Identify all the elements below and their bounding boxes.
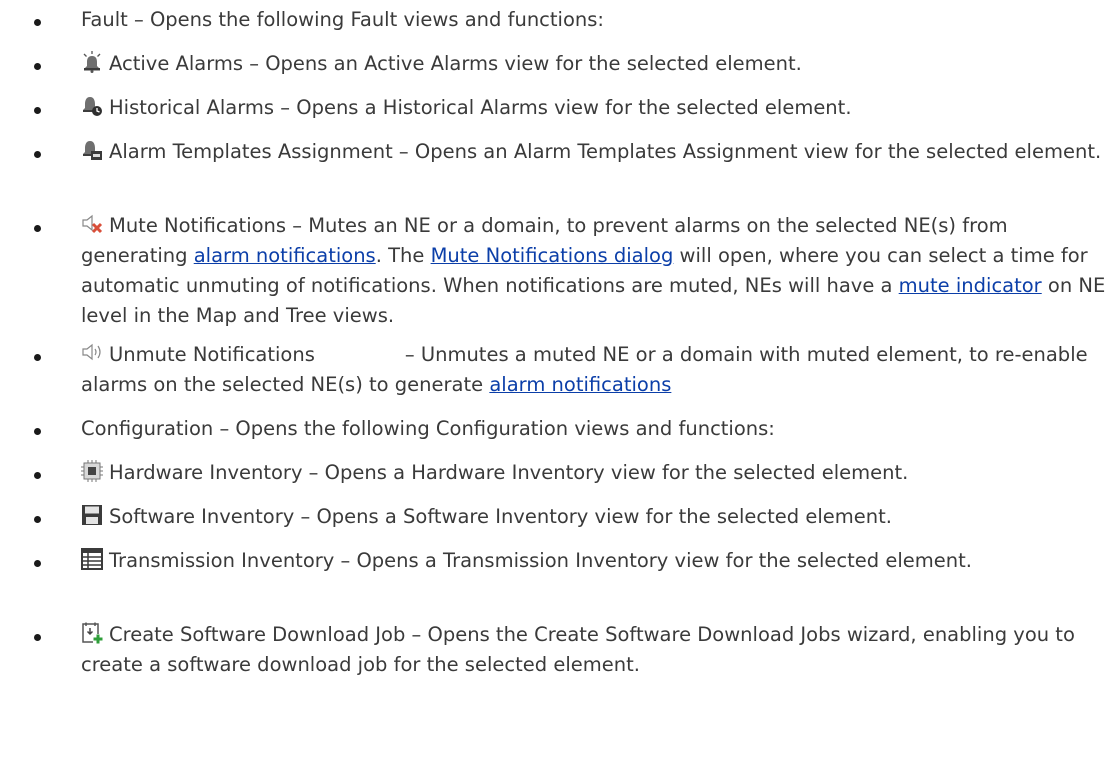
bullet [34,634,41,641]
bullet [34,560,41,567]
alarm-notifications-link[interactable]: alarm notifications [194,244,376,267]
item-text: Hardware Inventory – Opens a Hardware In… [109,461,909,484]
unmute-speaker-icon [81,342,103,364]
item-text: Create Software Download Job – Opens the… [81,623,1075,676]
bullet [34,354,41,361]
item-text: Historical Alarms – Opens a Historical A… [109,96,852,119]
item-text: Active Alarms – Opens an Active Alarms v… [109,52,802,75]
floppy-disk-icon [81,504,103,526]
mute-indicator-link[interactable]: mute indicator [899,274,1042,297]
bullet [34,225,41,232]
bullet [34,107,41,114]
bell-alarm-icon [81,51,103,73]
bullet [34,63,41,70]
table-grid-icon [81,548,103,570]
bullet [34,472,41,479]
alarm-template-icon [81,139,103,161]
bullet [34,151,41,158]
download-job-icon [81,622,103,644]
historical-alarm-icon [81,95,103,117]
hardware-chip-icon [81,460,103,482]
item-text: Transmission Inventory – Opens a Transmi… [109,549,972,572]
mute-speaker-icon [81,213,103,235]
bullet [34,428,41,435]
item-text: Alarm Templates Assignment – Opens an Al… [109,140,1102,163]
alarm-notifications-link[interactable]: alarm notifications [489,373,671,396]
bullet [34,516,41,523]
document-body: Fault – Opens the following Fault views … [0,0,1117,782]
mute-notifications-dialog-link[interactable]: Mute Notifications dialog [431,244,674,267]
item-text: Fault – Opens the following Fault views … [81,8,604,31]
item-text: Configuration – Opens the following Conf… [81,417,775,440]
item-text: Software Inventory – Opens a Software In… [109,505,892,528]
bullet [34,19,41,26]
